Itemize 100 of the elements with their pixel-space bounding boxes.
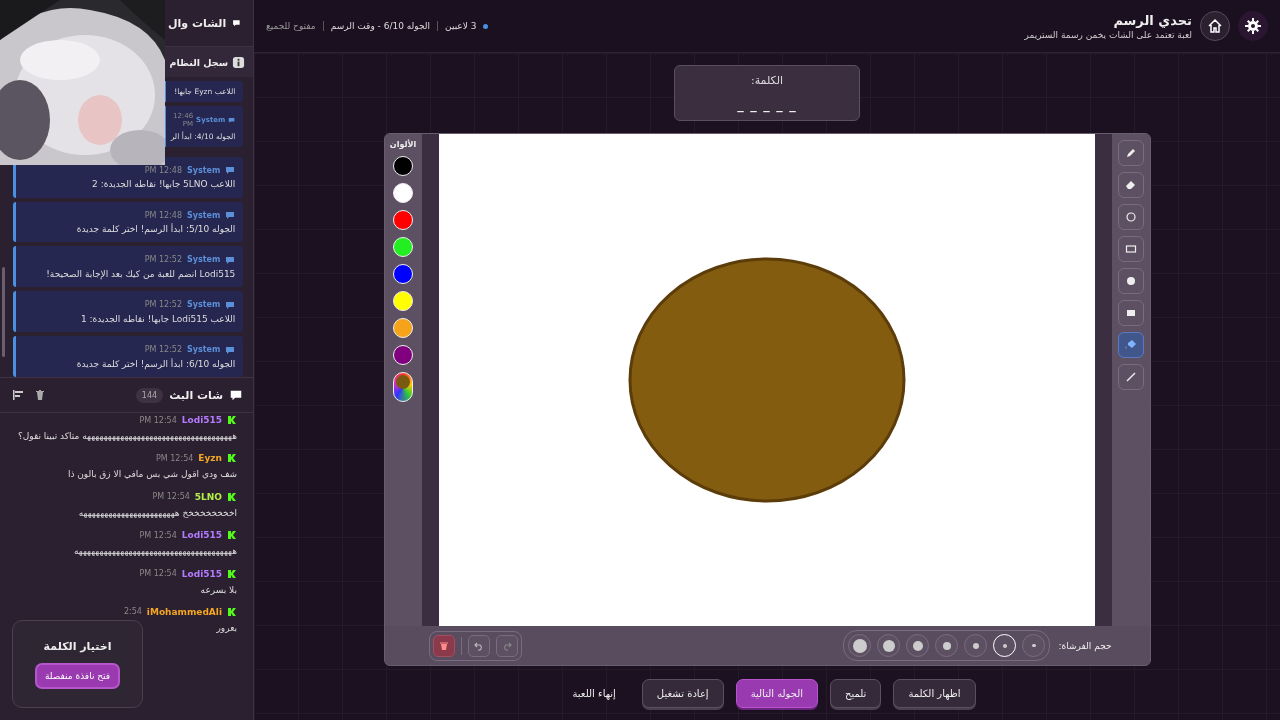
color-swatch[interactable] [393, 345, 413, 365]
sender-name: System [187, 345, 221, 355]
panel-title: الشات وال [168, 16, 227, 30]
home-button[interactable] [1200, 11, 1230, 41]
eraser-tool-button[interactable] [1117, 172, 1144, 198]
platform-icon [227, 415, 237, 425]
undo-button[interactable] [467, 634, 490, 657]
message-text: اخخخخخخخخخ هههههههههههههههههههههههه [77, 506, 237, 520]
bot-icon [225, 299, 236, 310]
brush-size-button[interactable] [935, 634, 959, 657]
timestamp: 12:54 PM [156, 453, 194, 463]
access-status: مفتوح للجميع [266, 21, 316, 31]
info-icon [232, 55, 245, 69]
circle-tool-button[interactable] [1117, 204, 1144, 230]
app-subtitle: لعبة تعتمد على الشات يخمن رسمة الستريمر [1024, 29, 1192, 40]
filled-circle-tool-button[interactable] [1117, 268, 1144, 294]
color-swatch[interactable] [393, 183, 413, 203]
brush-size-button[interactable] [906, 634, 930, 657]
rect-tool-button[interactable] [1117, 236, 1144, 262]
app-title: تحدي الرسم [1112, 12, 1192, 28]
message-text: ههههههههههههههههههههههههههههههههههههههه [72, 545, 237, 559]
sender-name: System [187, 300, 221, 310]
dot-icon [913, 640, 923, 651]
timestamp: 12:52 PM [144, 255, 183, 265]
message-text: Lodi515 انضم للعبة من كيك بعد الإجابة الصحيحة! [45, 268, 236, 279]
popup-title: اختيار الكلمة [43, 639, 112, 653]
brush-size-button[interactable] [964, 634, 988, 657]
round-status: الجوله 6/10 - وقت الرسم [330, 21, 431, 31]
chat-icon [229, 388, 243, 402]
color-swatch[interactable] [393, 237, 413, 257]
action-button[interactable]: الجوله التالية [735, 679, 818, 708]
timestamp: 12:52 PM [144, 345, 183, 355]
platform-icon [227, 530, 237, 541]
pen-icon [1124, 147, 1137, 159]
brush-size-label: حجم الفرشاة: [1058, 640, 1112, 651]
username: Lodi515 [181, 415, 222, 425]
username: Lodi515 [181, 530, 222, 541]
home-icon [1207, 18, 1223, 34]
color-picker[interactable] [393, 372, 413, 402]
color-swatch[interactable] [393, 156, 413, 176]
align-button[interactable] [10, 387, 26, 403]
brush-size-button[interactable] [848, 634, 872, 657]
message-count: 144 [135, 387, 164, 403]
message-text: شف ودي اقول شي بس مافي الا زق بالون ذا [66, 468, 237, 482]
username: 5LNO [194, 491, 222, 502]
drawing-canvas[interactable] [438, 134, 1095, 626]
bot-icon [225, 165, 236, 176]
message-text: بلا بسرعه [199, 583, 237, 597]
message-text: الجوله 6/10: ابدأ الرسم! اختر كلمة جديدة [75, 358, 236, 369]
timestamp: 2:54 [123, 607, 142, 617]
sender-name: System [187, 255, 221, 265]
circle-icon [1124, 211, 1137, 223]
align-icon [12, 389, 24, 401]
filled-circle-icon [1124, 275, 1137, 287]
color-swatch[interactable] [393, 291, 413, 311]
sender-name: System [187, 165, 221, 175]
rect-icon [1124, 243, 1137, 255]
timestamp: 12:48 PM [144, 210, 183, 220]
word-hint: _ _ _ _ _ [737, 97, 797, 112]
trash-icon [34, 389, 46, 401]
timestamp: 12:54 PM [152, 492, 190, 502]
trash-icon [438, 640, 449, 651]
message-text: ههههههههههههههههههههههههههههههههههههه متاكد تبينا نقول؟ [16, 430, 237, 443]
end-game-link[interactable]: إنهاء اللعبة [558, 680, 630, 707]
word-label: الكلمة: [750, 74, 784, 87]
undo-icon [473, 640, 484, 651]
username: Lodi515 [181, 568, 222, 579]
platform-icon [227, 568, 237, 579]
settings-button[interactable] [1238, 11, 1268, 41]
platform-icon [227, 491, 237, 502]
redo-icon [501, 640, 512, 651]
open-window-button[interactable]: فتح نافذة منفصلة [34, 662, 121, 689]
message-text: الجوله 5/10: ابدأ الرسم! اختر كلمة جديدة [75, 224, 236, 235]
color-swatch[interactable] [393, 210, 413, 230]
color-swatch[interactable] [393, 264, 413, 284]
timestamp: 12:54 PM [139, 569, 177, 579]
gear-icon [1245, 18, 1261, 34]
action-button[interactable]: اظهار الكلمة [893, 679, 976, 708]
clear-button[interactable] [432, 634, 455, 657]
message-text: اللاعب Lodi515 جابها! نقاطه الجديدة: 1 [79, 313, 236, 324]
username: Eyzn [198, 453, 222, 464]
sender-name: System [187, 210, 221, 220]
line-icon [1124, 371, 1137, 383]
fill-tool-button[interactable] [1117, 332, 1144, 358]
pen-tool-button[interactable] [1117, 140, 1144, 166]
color-swatch[interactable] [393, 318, 413, 338]
action-button[interactable]: إعادة تشغيل [641, 679, 724, 708]
scrollbar[interactable] [2, 267, 5, 357]
dot-icon [853, 638, 867, 653]
brush-size-button[interactable] [877, 634, 901, 657]
platform-icon [227, 453, 237, 464]
section-title: سجل النظام [169, 56, 228, 68]
timestamp: 12:48 PM [144, 165, 183, 175]
bot-icon [225, 344, 236, 355]
dot-icon [943, 641, 951, 650]
filled-rect-tool-button[interactable] [1117, 300, 1144, 326]
dot-icon [883, 639, 895, 652]
line-tool-button[interactable] [1117, 364, 1144, 390]
timestamp: 12:52 PM [144, 300, 183, 310]
action-button[interactable]: تلميح [830, 679, 882, 708]
